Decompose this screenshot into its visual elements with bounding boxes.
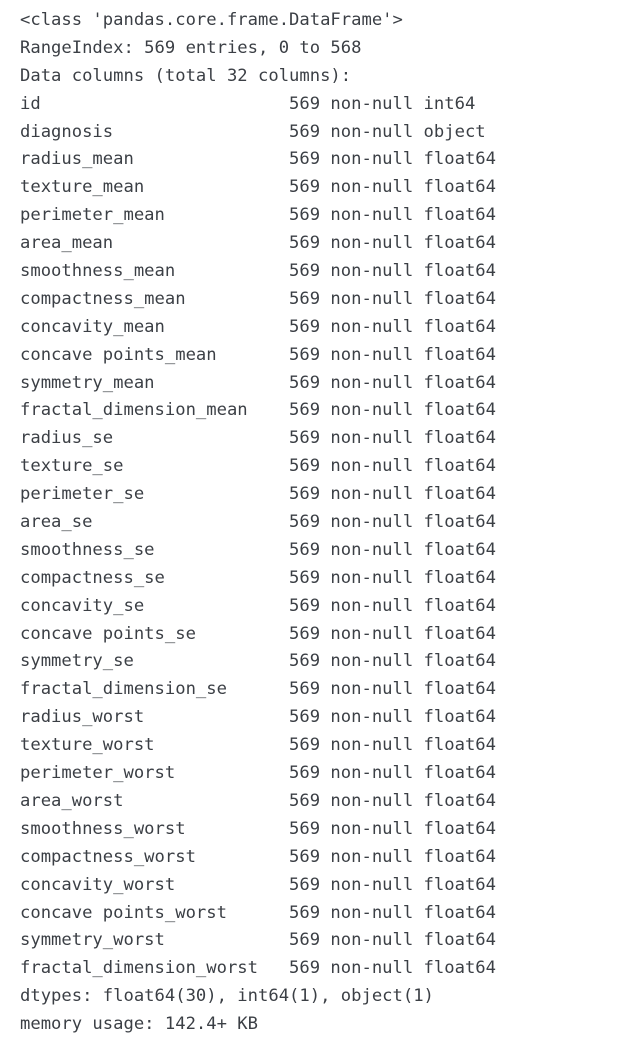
column-info-row: perimeter_worst 569 non-null float64 bbox=[20, 763, 496, 784]
column-info-row: concave points_se 569 non-null float64 bbox=[20, 623, 496, 644]
column-info-row: area_se 569 non-null float64 bbox=[20, 512, 496, 533]
column-info-row: fractal_dimension_se 569 non-null float6… bbox=[20, 679, 496, 700]
column-info-row: compactness_se 569 non-null float64 bbox=[20, 567, 496, 588]
column-info-row: radius_se 569 non-null float64 bbox=[20, 428, 496, 449]
column-info-row: smoothness_mean 569 non-null float64 bbox=[20, 261, 496, 282]
column-info-row: compactness_mean 569 non-null float64 bbox=[20, 288, 496, 309]
info-footer-line: memory usage: 142.4+ KB bbox=[20, 1014, 258, 1035]
column-info-row: smoothness_se 569 non-null float64 bbox=[20, 539, 496, 560]
info-header-line: RangeIndex: 569 entries, 0 to 568 bbox=[20, 37, 362, 58]
column-info-row: perimeter_se 569 non-null float64 bbox=[20, 484, 496, 505]
column-info-row: symmetry_se 569 non-null float64 bbox=[20, 651, 496, 672]
column-info-row: symmetry_mean 569 non-null float64 bbox=[20, 372, 496, 393]
column-info-row: concavity_worst 569 non-null float64 bbox=[20, 874, 496, 895]
column-info-row: id 569 non-null int64 bbox=[20, 93, 476, 114]
column-info-row: perimeter_mean 569 non-null float64 bbox=[20, 205, 496, 226]
dataframe-info-output: <class 'pandas.core.frame.DataFrame'> Ran… bbox=[0, 0, 641, 1062]
column-info-row: texture_mean 569 non-null float64 bbox=[20, 177, 496, 198]
column-info-row: area_mean 569 non-null float64 bbox=[20, 233, 496, 254]
column-info-row: compactness_worst 569 non-null float64 bbox=[20, 846, 496, 867]
column-info-row: concavity_se 569 non-null float64 bbox=[20, 595, 496, 616]
column-info-row: fractal_dimension_mean 569 non-null floa… bbox=[20, 400, 496, 421]
column-info-row: symmetry_worst 569 non-null float64 bbox=[20, 930, 496, 951]
column-info-row: area_worst 569 non-null float64 bbox=[20, 790, 496, 811]
info-header-line: Data columns (total 32 columns): bbox=[20, 65, 352, 86]
info-footer-line: dtypes: float64(30), int64(1), object(1) bbox=[20, 986, 434, 1007]
column-info-row: diagnosis 569 non-null object bbox=[20, 121, 486, 142]
column-info-row: radius_mean 569 non-null float64 bbox=[20, 149, 496, 170]
column-info-row: smoothness_worst 569 non-null float64 bbox=[20, 818, 496, 839]
column-info-row: concavity_mean 569 non-null float64 bbox=[20, 316, 496, 337]
column-info-row: concave points_mean 569 non-null float64 bbox=[20, 344, 496, 365]
column-info-row: fractal_dimension_worst 569 non-null flo… bbox=[20, 958, 496, 979]
column-info-row: concave points_worst 569 non-null float6… bbox=[20, 902, 496, 923]
column-info-row: texture_se 569 non-null float64 bbox=[20, 456, 496, 477]
column-info-row: radius_worst 569 non-null float64 bbox=[20, 707, 496, 728]
column-info-row: texture_worst 569 non-null float64 bbox=[20, 735, 496, 756]
info-header-line: <class 'pandas.core.frame.DataFrame'> bbox=[20, 10, 403, 30]
